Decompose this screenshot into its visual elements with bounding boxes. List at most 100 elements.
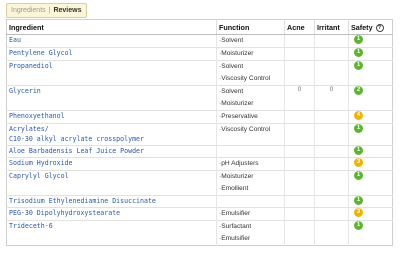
table-row: GlycerinSolventMoisturizer002 — [6, 85, 393, 111]
info-icon[interactable]: ? — [375, 23, 384, 32]
ingredient-name-line: Phenoxyethanol — [9, 112, 65, 120]
ingredient-name[interactable]: Acrylates/C10-30 alkyl acrylate crosspol… — [6, 123, 217, 146]
table-row: Trideceth-6 SurfactantEmulsifier 1 — [6, 220, 393, 246]
irritant-cell — [314, 157, 349, 171]
function-item: Solvent — [219, 35, 282, 47]
irritant-cell: 0 — [314, 85, 349, 111]
irritant-cell — [314, 110, 349, 124]
header-safety-label: Safety — [351, 22, 373, 32]
header-safety: Safety ? — [348, 19, 393, 35]
function-item: Emulsifier — [219, 208, 282, 220]
tab-ingredients[interactable]: Ingredients — [11, 7, 46, 14]
function-item: Emulsifier — [219, 233, 282, 245]
ingredient-name-line: Sodium Hydroxide — [9, 159, 73, 167]
safety-badge: 1 — [354, 35, 363, 44]
safety-badge: 3 — [354, 158, 363, 167]
header-acne: Acne — [284, 19, 315, 35]
irritant-cell — [314, 170, 349, 196]
acne-cell — [284, 34, 315, 48]
acne-cell — [284, 110, 315, 124]
tab-bar: Ingredients | Reviews — [6, 3, 87, 18]
ingredient-name-line: Caprylyl Glycol — [9, 172, 69, 180]
function-cell: pH Adjusters — [216, 157, 285, 171]
function-item: Solvent — [219, 61, 282, 73]
ingredient-name[interactable]: Phenoxyethanol — [6, 110, 217, 124]
safety-badge: 1 — [354, 48, 363, 57]
function-cell: Preservative — [216, 110, 285, 124]
function-cell: SurfactantEmulsifier — [216, 220, 285, 246]
acne-cell — [284, 157, 315, 171]
table-row: Eau Solvent 1 — [6, 34, 393, 48]
safety-cell: 3 — [348, 157, 393, 171]
table-row: Acrylates/C10-30 alkyl acrylate crosspol… — [6, 123, 393, 146]
table-row: PEG-30 Dipolyhydroxystearate Emulsifier 3 — [6, 207, 393, 221]
ingredient-name[interactable]: Sodium Hydroxide — [6, 157, 217, 171]
ingredient-name[interactable]: Pentylene Glycol — [6, 47, 217, 61]
function-item: pH Adjusters — [219, 158, 282, 170]
function-item: Viscosity Control — [219, 73, 282, 85]
function-cell: Viscosity Control — [216, 123, 285, 146]
safety-cell: 1 — [348, 170, 393, 196]
table-row: Propanediol SolventViscosity Control 1 — [6, 60, 393, 86]
table-header-row: Ingredient Function Acne Irritant Safety… — [6, 19, 393, 35]
ingredient-name-line: Pentylene Glycol — [9, 49, 73, 57]
ingredient-name-line: Trisodium Ethylenediamine Disuccinate — [9, 197, 156, 205]
ingredient-name[interactable]: Propanediol — [6, 60, 217, 86]
acne-cell — [284, 207, 315, 221]
safety-badge: 1 — [354, 221, 363, 230]
safety-badge: 4 — [354, 111, 363, 120]
function-cell: MoisturizerEmollient — [216, 170, 285, 196]
table-row: Trisodium Ethylenediamine Disuccinate 1 — [6, 195, 393, 208]
ingredient-name-line: Acrylates/ — [9, 125, 49, 133]
irritant-cell — [314, 34, 349, 48]
acne-cell — [284, 195, 315, 208]
ingredient-name[interactable]: PEG-30 Dipolyhydroxystearate — [6, 207, 217, 221]
irritant-cell — [314, 220, 349, 246]
acne-cell: 0 — [284, 85, 315, 111]
function-item: Surfactant — [219, 221, 282, 233]
safety-badge: 1 — [354, 124, 363, 133]
function-item: Moisturizer — [219, 98, 282, 110]
function-item: Moisturizer — [219, 48, 282, 60]
ingredients-table: Ingredient Function Acne Irritant Safety… — [6, 19, 393, 246]
ingredient-name[interactable]: Aloe Barbadensis Leaf Juice Powder — [6, 145, 217, 158]
table-row: Sodium Hydroxide pH Adjusters 3 — [6, 157, 393, 171]
ingredient-name-line: Eau — [9, 36, 21, 44]
header-ingredient: Ingredient — [6, 19, 217, 35]
function-cell: Moisturizer — [216, 47, 285, 61]
function-item: Viscosity Control — [219, 124, 282, 136]
safety-badge: 2 — [354, 86, 363, 95]
safety-cell: 1 — [348, 60, 393, 86]
function-item: Moisturizer — [219, 171, 282, 183]
acne-cell — [284, 60, 315, 86]
irritant-cell — [314, 195, 349, 208]
table-row: Pentylene Glycol Moisturizer 1 — [6, 47, 393, 61]
header-function: Function — [216, 19, 285, 35]
irritant-cell — [314, 207, 349, 221]
table-row: Phenoxyethanol Preservative 4 — [6, 110, 393, 124]
ingredient-name-line: Trideceth-6 — [9, 222, 53, 230]
acne-cell — [284, 145, 315, 158]
ingredient-name-line: PEG-30 Dipolyhydroxystearate — [9, 209, 121, 217]
irritant-cell — [314, 60, 349, 86]
safety-cell: 2 — [348, 85, 393, 111]
safety-badge: 1 — [354, 61, 363, 70]
ingredient-name[interactable]: Glycerin — [6, 85, 217, 111]
ingredient-name-line: Aloe Barbadensis Leaf Juice Powder — [9, 147, 144, 155]
ingredient-name[interactable]: Trisodium Ethylenediamine Disuccinate — [6, 195, 217, 208]
function-item: Solvent — [219, 86, 282, 98]
function-cell: Emulsifier — [216, 207, 285, 221]
acne-cell — [284, 123, 315, 146]
tab-reviews[interactable]: Reviews — [53, 7, 81, 14]
irritant-cell — [314, 47, 349, 61]
function-cell — [216, 195, 285, 208]
safety-cell: 3 — [348, 207, 393, 221]
safety-cell: 1 — [348, 34, 393, 48]
ingredient-name-line: C10-30 alkyl acrylate crosspolymer — [9, 135, 144, 143]
ingredient-name[interactable]: Caprylyl Glycol — [6, 170, 217, 196]
tab-separator: | — [48, 7, 51, 14]
safety-cell: 1 — [348, 123, 393, 146]
ingredient-name[interactable]: Trideceth-6 — [6, 220, 217, 246]
function-cell: SolventViscosity Control — [216, 60, 285, 86]
ingredient-name[interactable]: Eau — [6, 34, 217, 48]
